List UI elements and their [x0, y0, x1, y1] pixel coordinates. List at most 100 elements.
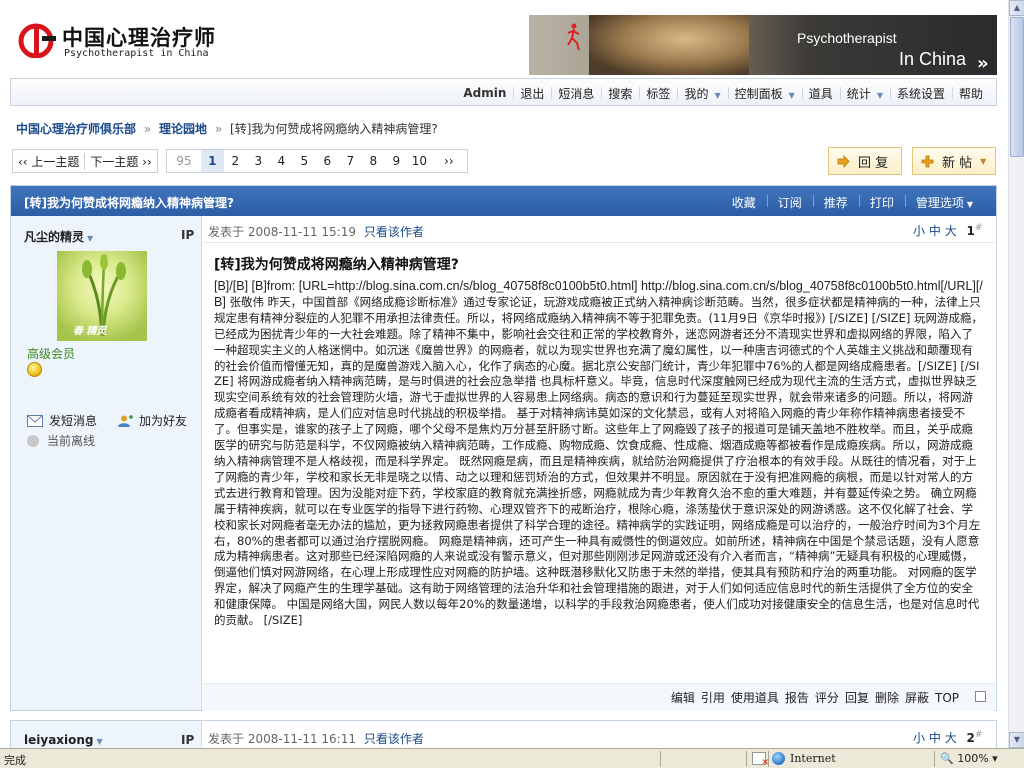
- post-2-ip-link[interactable]: IP: [181, 733, 194, 747]
- globe-icon: [772, 752, 785, 765]
- thread-action-subscribe[interactable]: 订阅: [766, 194, 813, 211]
- chevron-down-icon: ▼: [788, 90, 795, 100]
- thread-action-favorite[interactable]: 收藏: [721, 194, 767, 211]
- scroll-down-icon[interactable]: ▼: [1009, 732, 1024, 748]
- author-name[interactable]: 凡尘的精灵 ▼: [24, 228, 93, 245]
- page-link[interactable]: 7: [339, 150, 362, 172]
- banner-rock-image: [589, 15, 749, 75]
- menu-item-logout[interactable]: 退出: [513, 85, 551, 102]
- scroll-thumb[interactable]: [1010, 17, 1024, 157]
- menu-item-control-panel[interactable]: 控制面板 ▼: [727, 85, 802, 102]
- thread-action-manage[interactable]: 管理选项 ▼: [904, 194, 984, 211]
- post-select-checkbox[interactable]: [975, 690, 986, 702]
- post-author-sidebar: 凡尘的精灵 ▼ IP 春 精灵 高级会员 发短消息 加为好友 当前离线: [11, 216, 202, 710]
- page-link[interactable]: 9: [385, 150, 408, 172]
- only-author-link[interactable]: 只看该作者: [364, 225, 424, 239]
- breadcrumb: 中国心理治疗师俱乐部 » 理论园地 » [转]我为何赞成将网瘾纳入精神病管理?: [16, 120, 438, 137]
- menu-item-messages[interactable]: 短消息: [551, 85, 601, 102]
- floor-number[interactable]: 1#: [967, 223, 983, 238]
- post-2-author-sidebar: leiyaxiong ▼ IP: [11, 721, 202, 750]
- posted-time: 2008-11-11 15:19: [247, 225, 356, 239]
- plus-icon: [921, 155, 934, 167]
- post-2-floor-number[interactable]: 2#: [966, 730, 983, 745]
- floor-mark: #: [974, 730, 983, 740]
- add-friend-link[interactable]: 加为好友: [117, 412, 197, 429]
- banner-line-2: In China: [899, 49, 967, 69]
- ip-link[interactable]: IP: [181, 228, 194, 242]
- page-link[interactable]: 6: [316, 150, 339, 172]
- topic-pager: ‹‹ 上一主题 下一主题 ›› 95 1 2 3 4 5 6 7 8 9 10 …: [12, 149, 468, 173]
- menu-item-admin[interactable]: Admin: [456, 86, 513, 100]
- popup-blocked-icon[interactable]: [752, 752, 769, 768]
- new-post-button-label: 新 帖: [942, 155, 973, 171]
- menu-item-props[interactable]: 道具: [801, 85, 840, 102]
- post-action-rate[interactable]: 评分: [812, 689, 842, 706]
- post-2-author-name[interactable]: leiyaxiong ▼: [24, 733, 103, 747]
- avatar[interactable]: 春 精灵: [57, 251, 147, 341]
- post-action-delete[interactable]: 删除: [872, 689, 902, 706]
- new-post-button[interactable]: 新 帖 ▼: [912, 147, 996, 175]
- page-link[interactable]: 4: [270, 150, 293, 172]
- page-link[interactable]: 3: [247, 150, 270, 172]
- menu-item-stats-label: 统计: [846, 86, 871, 101]
- breadcrumb-separator: »: [143, 122, 152, 136]
- send-message-link[interactable]: 发短消息: [27, 412, 107, 429]
- post-title: [转]我为何赞成将网瘾纳入精神病管理?: [214, 257, 459, 273]
- menu-item-tags[interactable]: 标签: [639, 85, 677, 102]
- post-action-reply[interactable]: 回复: [842, 689, 872, 706]
- security-zone[interactable]: Internet: [772, 752, 836, 765]
- site-header: 中国心理治疗师 Psychotherapist in China Psychot…: [0, 0, 1008, 78]
- post-divider: [203, 242, 995, 243]
- post-footer: 编辑 引用 使用道具 报告 评分 回复 删除 屏蔽 TOP: [203, 683, 995, 711]
- post-action-edit[interactable]: 编辑: [668, 689, 698, 706]
- menu-item-search[interactable]: 搜索: [601, 85, 639, 102]
- header-banner[interactable]: Psychotherapist In China »: [529, 15, 997, 75]
- font-size-small[interactable]: 小: [913, 731, 925, 745]
- scroll-up-icon[interactable]: ▲: [1009, 0, 1024, 16]
- breadcrumb-home-link[interactable]: 中国心理治疗师俱乐部: [16, 122, 136, 136]
- post-2-only-author-link[interactable]: 只看该作者: [364, 732, 424, 746]
- post-action-block[interactable]: 屏蔽: [902, 689, 932, 706]
- font-size-small[interactable]: 小: [913, 224, 925, 238]
- vertical-scrollbar[interactable]: ▲ ▼: [1008, 0, 1024, 748]
- send-message-label: 发短消息: [49, 414, 98, 428]
- chevron-down-icon: ▼: [96, 737, 103, 746]
- online-status-label: 当前离线: [47, 434, 96, 448]
- menu-item-help[interactable]: 帮助: [951, 85, 990, 102]
- reply-button[interactable]: 回 复: [828, 147, 902, 175]
- post-action-report[interactable]: 报告: [782, 689, 812, 706]
- menu-item-stats[interactable]: 统计 ▼: [839, 85, 890, 102]
- font-size-medium[interactable]: 中: [929, 224, 941, 238]
- prev-topic-link[interactable]: ‹‹ 上一主题: [13, 153, 84, 170]
- chevron-down-icon[interactable]: ▼: [980, 157, 986, 166]
- breadcrumb-current: [转]我为何赞成将网瘾纳入精神病管理?: [230, 122, 438, 136]
- site-logo[interactable]: 中国心理治疗师 Psychotherapist in China: [18, 20, 218, 64]
- logo-mark-icon: [18, 23, 56, 58]
- breadcrumb-forum-link[interactable]: 理论园地: [159, 122, 207, 136]
- top-menu: Admin 退出 短消息 搜索 标签 我的 ▼ 控制面板 ▼ 道具 统计 ▼ 系统设置…: [10, 78, 997, 106]
- thread-action-manage-label: 管理选项: [915, 196, 964, 210]
- zoom-level[interactable]: 🔍 100% ▾: [940, 752, 998, 765]
- menu-item-settings[interactable]: 系统设置: [889, 85, 952, 102]
- post-2-floor-number-value: 2: [966, 731, 975, 745]
- page-link[interactable]: 10: [408, 150, 431, 172]
- post-action-top[interactable]: TOP: [932, 691, 962, 705]
- post-action-use-prop[interactable]: 使用道具: [728, 689, 782, 706]
- menu-item-mine[interactable]: 我的 ▼: [677, 85, 727, 102]
- post-action-quote[interactable]: 引用: [698, 689, 728, 706]
- page-link[interactable]: 8: [362, 150, 385, 172]
- posted-prefix: 发表于: [208, 225, 245, 239]
- page-total[interactable]: 95: [167, 150, 201, 172]
- font-size-large[interactable]: 大: [945, 731, 957, 745]
- thread-action-print[interactable]: 打印: [858, 194, 905, 211]
- font-size-large[interactable]: 大: [945, 224, 957, 238]
- thread-action-recommend[interactable]: 推荐: [812, 194, 859, 211]
- page-link[interactable]: 5: [293, 150, 316, 172]
- add-friend-icon: [118, 414, 134, 427]
- font-size-medium[interactable]: 中: [929, 731, 941, 745]
- post-2-posted-prefix: 发表于: [208, 732, 245, 746]
- next-pages-link[interactable]: ››: [431, 150, 467, 172]
- page-link[interactable]: 2: [224, 150, 247, 172]
- next-topic-link[interactable]: 下一主题 ››: [84, 152, 156, 170]
- page-numbers: 95 1 2 3 4 5 6 7 8 9 10 ››: [165, 149, 468, 173]
